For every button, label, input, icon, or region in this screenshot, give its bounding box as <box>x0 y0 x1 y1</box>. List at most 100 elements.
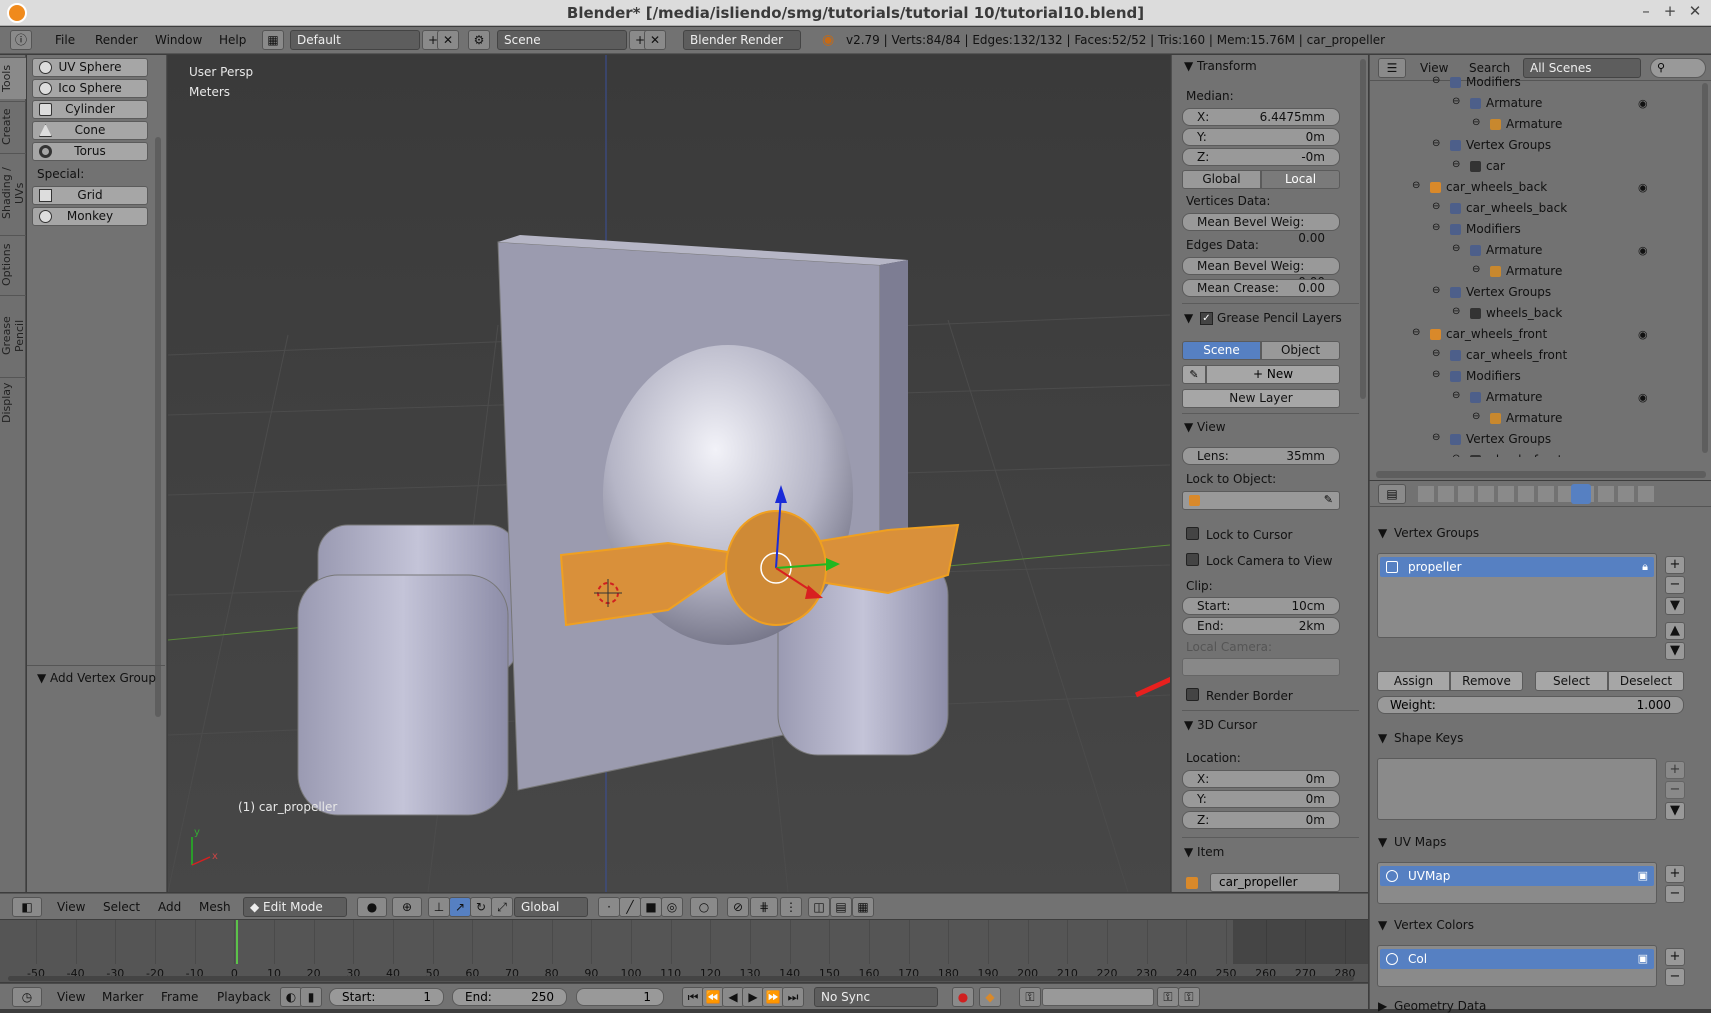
grease-pencil-checkbox[interactable]: ✓ <box>1200 312 1213 325</box>
shape-keys-panel-header[interactable]: ▼ Shape Keys <box>1378 731 1463 745</box>
transform-panel-header[interactable]: ▼ Transform <box>1184 59 1257 73</box>
close-button[interactable]: ✕ <box>1685 2 1705 20</box>
expand-toggle-icon[interactable]: ⊖ <box>1472 264 1480 275</box>
vertex-groups-list[interactable]: propeller 🔒︎ <box>1377 553 1657 638</box>
tab-tools[interactable]: Tools <box>0 57 26 99</box>
active-keying-set-field[interactable] <box>1042 988 1154 1006</box>
visibility-eye-icon[interactable]: ◉ <box>1638 244 1648 257</box>
clip-start-field[interactable]: Start: 10cm <box>1182 597 1340 615</box>
lock-time-icon[interactable]: ▮ <box>300 987 322 1007</box>
lock-icon[interactable]: 🔒︎ <box>1642 557 1648 577</box>
menu-help[interactable]: Help <box>219 33 246 47</box>
vertex-select-icon[interactable]: · <box>598 897 620 917</box>
global-toggle[interactable]: Global <box>1182 170 1261 189</box>
minimize-button[interactable]: – <box>1636 2 1656 20</box>
marker-menu[interactable]: Marker <box>102 990 143 1004</box>
expand-toggle-icon[interactable]: ⊖ <box>1432 369 1440 380</box>
outliner-row[interactable]: ⊖ car_wheels_front <box>1370 345 1688 365</box>
current-frame-field[interactable]: 1 <box>576 988 664 1006</box>
render-engine-select[interactable]: Blender Render <box>683 30 801 50</box>
snap-target-icon[interactable]: ⋮ <box>780 897 802 917</box>
grid-button[interactable]: Grid <box>32 186 148 205</box>
select-menu[interactable]: Select <box>103 900 140 914</box>
outliner-row[interactable]: ⊖ Armature ◉ <box>1370 240 1688 260</box>
remove-shape-key-button[interactable]: − <box>1665 781 1685 799</box>
outliner-row[interactable]: ⊖ Armature ◉ <box>1370 93 1688 113</box>
remove-vertex-color-button[interactable]: − <box>1665 968 1685 986</box>
eyedropper-icon[interactable]: ✎ <box>1324 493 1333 506</box>
outliner-row[interactable]: ⊖ car_wheels_back ◉ <box>1370 177 1688 197</box>
grease-object-toggle[interactable]: Object <box>1261 341 1340 360</box>
outliner-row[interactable]: ⊖ Vertex Groups <box>1370 282 1688 302</box>
transform-orientation-select[interactable]: Global <box>514 897 588 917</box>
grease-pencil-panel-header[interactable]: ▼ ✓ Grease Pencil Layers <box>1184 311 1342 325</box>
end-frame-field[interactable]: End: 250 <box>452 988 567 1006</box>
snap-element-icon[interactable]: ⋕ <box>750 897 778 917</box>
weight-field[interactable]: Weight: 1.000 <box>1377 696 1684 714</box>
viewport-shading-icon[interactable]: ● <box>357 897 387 917</box>
properties-editor-icon[interactable]: ▤ <box>1378 484 1406 504</box>
mode-select[interactable]: ◆ Edit Mode <box>243 897 347 917</box>
info-editor-icon[interactable]: ⓘ <box>10 30 32 50</box>
snap-toggle-icon[interactable]: ⊘ <box>727 897 749 917</box>
uv-maps-panel-header[interactable]: ▼ UV Maps <box>1378 835 1446 849</box>
visibility-eye-icon[interactable]: ◉ <box>1638 391 1648 404</box>
camera-icon[interactable]: ▣ <box>1638 866 1648 886</box>
jump-start-icon[interactable]: ⏮ <box>682 987 704 1007</box>
lens-field[interactable]: Lens: 35mm <box>1182 447 1340 465</box>
lock-to-cursor-checkbox[interactable] <box>1186 527 1199 540</box>
add-vertex-color-button[interactable]: + <box>1665 948 1685 966</box>
expand-toggle-icon[interactable]: ⊖ <box>1452 453 1460 457</box>
outliner-row[interactable]: ⊖ Armature <box>1370 114 1688 134</box>
mean-bevel-edge-field[interactable]: Mean Bevel Weig:0.00 <box>1182 257 1340 289</box>
cursor-x-field[interactable]: X: 0m <box>1182 770 1340 788</box>
visibility-eye-icon[interactable]: ◉ <box>1638 181 1648 194</box>
uv-sphere-button[interactable]: UV Sphere <box>32 58 148 77</box>
local-camera-field[interactable] <box>1182 658 1340 676</box>
3d-viewport[interactable]: User Persp Meters (1) car_propeller x y <box>168 55 1170 892</box>
pencil-icon[interactable]: ✎ <box>1182 365 1206 384</box>
auto-keying-icon[interactable]: ● <box>952 987 974 1007</box>
select-button[interactable]: Select <box>1535 671 1608 691</box>
visibility-eye-icon[interactable]: ◉ <box>1638 328 1648 341</box>
torus-button[interactable]: Torus <box>32 142 148 161</box>
deselect-button[interactable]: Deselect <box>1608 671 1684 691</box>
cursor-y-field[interactable]: Y: 0m <box>1182 790 1340 808</box>
outliner-row[interactable]: ⊖ Vertex Groups <box>1370 429 1688 449</box>
maximize-button[interactable]: + <box>1660 2 1680 20</box>
play-reverse-icon[interactable]: ◀ <box>722 987 744 1007</box>
menu-file[interactable]: File <box>55 33 75 47</box>
menu-render[interactable]: Render <box>95 33 138 47</box>
remove-uv-map-button[interactable]: − <box>1665 885 1685 903</box>
expand-toggle-icon[interactable]: ⊖ <box>1432 201 1440 212</box>
current-frame-marker[interactable] <box>236 920 238 964</box>
scale-manipulator-icon[interactable]: ⤢ <box>491 897 513 917</box>
playback-menu[interactable]: Playback <box>217 990 271 1004</box>
geometry-data-panel-header[interactable]: ▶ Geometry Data <box>1378 999 1486 1013</box>
lock-camera-checkbox[interactable] <box>1186 553 1199 566</box>
pivot-point-icon[interactable]: ⊕ <box>392 897 422 917</box>
expand-toggle-icon[interactable]: ⊖ <box>1412 180 1420 191</box>
cone-button[interactable]: Cone <box>32 121 148 140</box>
layout-select[interactable]: Default <box>290 30 420 50</box>
mean-bevel-vertex-field[interactable]: Mean Bevel Weig: 0.00 <box>1182 213 1340 245</box>
outliner-row[interactable]: ⊖ car <box>1370 156 1688 176</box>
median-x-field[interactable]: X: 6.4475mm <box>1182 108 1340 126</box>
add-vertex-group-button[interactable]: + <box>1665 556 1685 574</box>
lock-object-field[interactable]: ✎ <box>1182 491 1340 510</box>
expand-toggle-icon[interactable]: ⊖ <box>1432 432 1440 443</box>
camera-icon[interactable]: ▣ <box>1638 949 1648 969</box>
vertex-color-item[interactable]: Col ▣ <box>1380 949 1654 969</box>
mesh-menu[interactable]: Mesh <box>199 900 231 914</box>
outliner-row[interactable]: ⊖ Armature <box>1370 261 1688 281</box>
add-menu[interactable]: Add <box>158 900 181 914</box>
3d-cursor-panel-header[interactable]: ▼ 3D Cursor <box>1184 718 1257 732</box>
vertex-colors-panel-header[interactable]: ▼ Vertex Colors <box>1378 918 1474 932</box>
shape-key-specials-button[interactable]: ▼ <box>1665 802 1685 820</box>
tab-grease-pencil[interactable]: Grease Pencil <box>0 295 26 375</box>
limit-selection-icon[interactable]: ◎ <box>661 897 683 917</box>
mesh-data-tab-icon[interactable] <box>1571 484 1591 504</box>
n-panel-scrollbar[interactable] <box>1360 59 1366 399</box>
view-menu[interactable]: View <box>57 900 85 914</box>
median-y-field[interactable]: Y: 0m <box>1182 128 1340 146</box>
